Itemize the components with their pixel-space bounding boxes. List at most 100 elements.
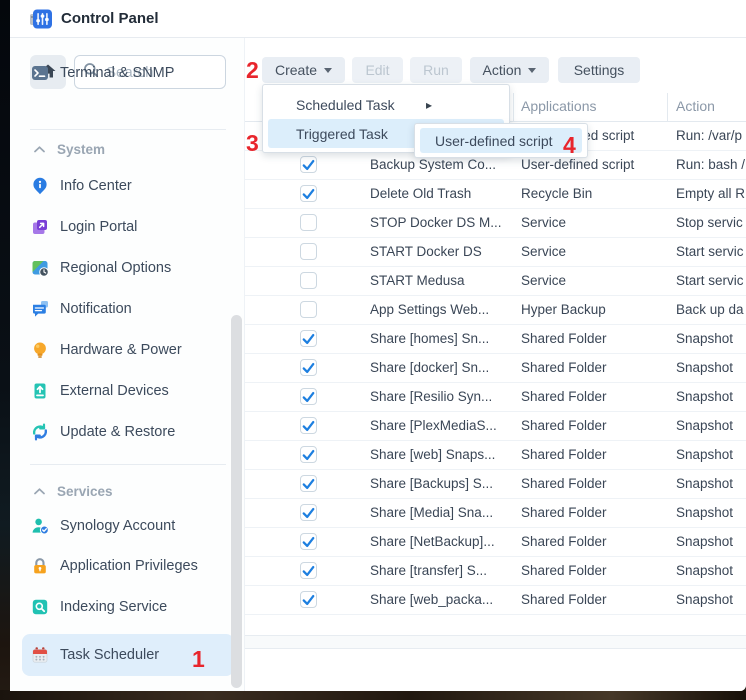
synology-account-icon [31, 517, 49, 535]
task-name: STOP Docker DS M... [370, 215, 512, 230]
row-checkbox[interactable] [300, 533, 317, 550]
task-application: User-defined script [521, 157, 661, 172]
column-separator[interactable] [513, 93, 514, 122]
row-checkbox[interactable] [300, 446, 317, 463]
task-action: Snapshot [676, 389, 746, 404]
sidebar-scrollbar-thumb[interactable] [231, 315, 242, 688]
sidebar-item-info-center[interactable]: Info Center [22, 166, 234, 206]
sidebar-item-label: Indexing Service [60, 599, 167, 615]
task-name: Share [docker] Sn... [370, 360, 512, 375]
task-application: Shared Folder [521, 447, 661, 462]
task-action: Snapshot [676, 563, 746, 578]
task-action: Snapshot [676, 476, 746, 491]
task-row[interactable]: Share [transfer] S... Shared Folder Snap… [245, 557, 746, 586]
sidebar-item-label: Synology Account [60, 518, 175, 534]
column-header-action[interactable]: Action [676, 98, 715, 114]
sidebar-item-login-portal[interactable]: Login Portal [22, 207, 234, 247]
sidebar-item-external-devices[interactable]: External Devices [22, 371, 234, 411]
chevron-up-icon [34, 140, 45, 158]
menu-item-label: Triggered Task [296, 126, 388, 142]
sidebar-item-label: Terminal & SNMP [60, 65, 174, 81]
sidebar-item-regional-options[interactable]: Regional Options [22, 248, 234, 288]
task-application: Shared Folder [521, 389, 661, 404]
task-row[interactable]: START Docker DS Service Start servic [245, 238, 746, 267]
task-name: Share [Media] Sna... [370, 505, 512, 520]
create-button[interactable]: Create [262, 57, 345, 83]
menu-item-label: Scheduled Task [296, 97, 395, 113]
row-checkbox[interactable] [300, 388, 317, 405]
task-action: Snapshot [676, 447, 746, 462]
row-checkbox[interactable] [300, 156, 317, 173]
run-button[interactable]: Run [410, 57, 462, 83]
row-checkbox[interactable] [300, 272, 317, 289]
settings-button[interactable]: Settings [558, 57, 640, 83]
empty-row [245, 615, 746, 636]
submenu-item-user-defined-script[interactable]: User-defined script [420, 128, 582, 153]
task-row[interactable]: App Settings Web... Hyper Backup Back up… [245, 296, 746, 325]
row-checkbox[interactable] [300, 243, 317, 260]
task-name: START Medusa [370, 273, 512, 288]
task-application: Service [521, 215, 661, 230]
task-action: Stop servic [676, 215, 746, 230]
task-row[interactable]: Share [Resilio Syn... Shared Folder Snap… [245, 383, 746, 412]
edit-button[interactable]: Edit [352, 57, 403, 83]
sidebar-item-label: Update & Restore [60, 424, 175, 440]
task-action: Snapshot [676, 505, 746, 520]
main-panel: Create Edit Run Action Settings Applicat… [245, 38, 746, 691]
sidebar-item-indexing-service[interactable]: Indexing Service [22, 587, 234, 627]
section-label: System [57, 142, 105, 157]
sidebar-item-label: External Devices [60, 383, 169, 399]
task-application: Recycle Bin [521, 186, 661, 201]
sidebar-item-label: Task Scheduler [60, 647, 159, 663]
create-button-label: Create [275, 62, 317, 78]
row-checkbox[interactable] [300, 475, 317, 492]
column-header-applications[interactable]: Applications [521, 98, 597, 114]
terminal-icon [31, 64, 49, 82]
row-checkbox[interactable] [300, 330, 317, 347]
column-separator[interactable] [667, 93, 668, 122]
sidebar-item-application-privileges[interactable]: Application Privileges [22, 546, 234, 586]
task-row[interactable]: Delete Old Trash Recycle Bin Empty all R [245, 180, 746, 209]
row-checkbox[interactable] [300, 301, 317, 318]
sidebar-divider [30, 464, 226, 465]
task-row[interactable]: Share [Media] Sna... Shared Folder Snaps… [245, 499, 746, 528]
sidebar-item-terminal-snmp[interactable]: Terminal & SNMP [22, 59, 234, 87]
sidebar-item-synology-account[interactable]: Synology Account [22, 506, 234, 546]
update-restore-icon [31, 423, 49, 441]
task-row[interactable]: Share [docker] Sn... Shared Folder Snaps… [245, 354, 746, 383]
task-row[interactable]: STOP Docker DS M... Service Stop servic [245, 209, 746, 238]
task-row[interactable]: Share [web] Snaps... Shared Folder Snaps… [245, 441, 746, 470]
row-checkbox[interactable] [300, 504, 317, 521]
task-row[interactable]: Share [PlexMediaS... Shared Folder Snaps… [245, 412, 746, 441]
sidebar-item-update-restore[interactable]: Update & Restore [22, 412, 234, 452]
task-name: App Settings Web... [370, 302, 512, 317]
section-header-system[interactable]: System [34, 140, 105, 158]
task-row[interactable]: Share [Backups] S... Shared Folder Snaps… [245, 470, 746, 499]
task-row[interactable]: Share [web_packa... Shared Folder Snapsh… [245, 586, 746, 615]
row-checkbox[interactable] [300, 214, 317, 231]
row-checkbox[interactable] [300, 359, 317, 376]
row-checkbox[interactable] [300, 562, 317, 579]
sidebar-item-hardware-power[interactable]: Hardware & Power [22, 330, 234, 370]
task-application: Service [521, 273, 661, 288]
action-button[interactable]: Action [470, 57, 549, 83]
titlebar[interactable]: Control Panel [10, 0, 746, 38]
list-footer-band [245, 636, 746, 649]
row-checkbox[interactable] [300, 591, 317, 608]
task-row[interactable]: Share [homes] Sn... Shared Folder Snapsh… [245, 325, 746, 354]
task-action: Run: /var/p [676, 128, 746, 143]
caret-down-icon [528, 68, 536, 73]
row-checkbox[interactable] [300, 417, 317, 434]
task-row[interactable]: Share [NetBackup]... Shared Folder Snaps… [245, 528, 746, 557]
submenu-arrow-icon: ▸ [426, 98, 432, 112]
external-devices-icon [31, 382, 49, 400]
notification-icon [31, 300, 49, 318]
menu-item-scheduled-task[interactable]: Scheduled Task ▸ [268, 90, 504, 119]
task-row[interactable]: START Medusa Service Start servic [245, 267, 746, 296]
window-title: Control Panel [61, 10, 159, 27]
task-action: Snapshot [676, 418, 746, 433]
task-action: Snapshot [676, 331, 746, 346]
sidebar-item-notification[interactable]: Notification [22, 289, 234, 329]
row-checkbox[interactable] [300, 185, 317, 202]
section-header-services[interactable]: Services [34, 482, 113, 500]
